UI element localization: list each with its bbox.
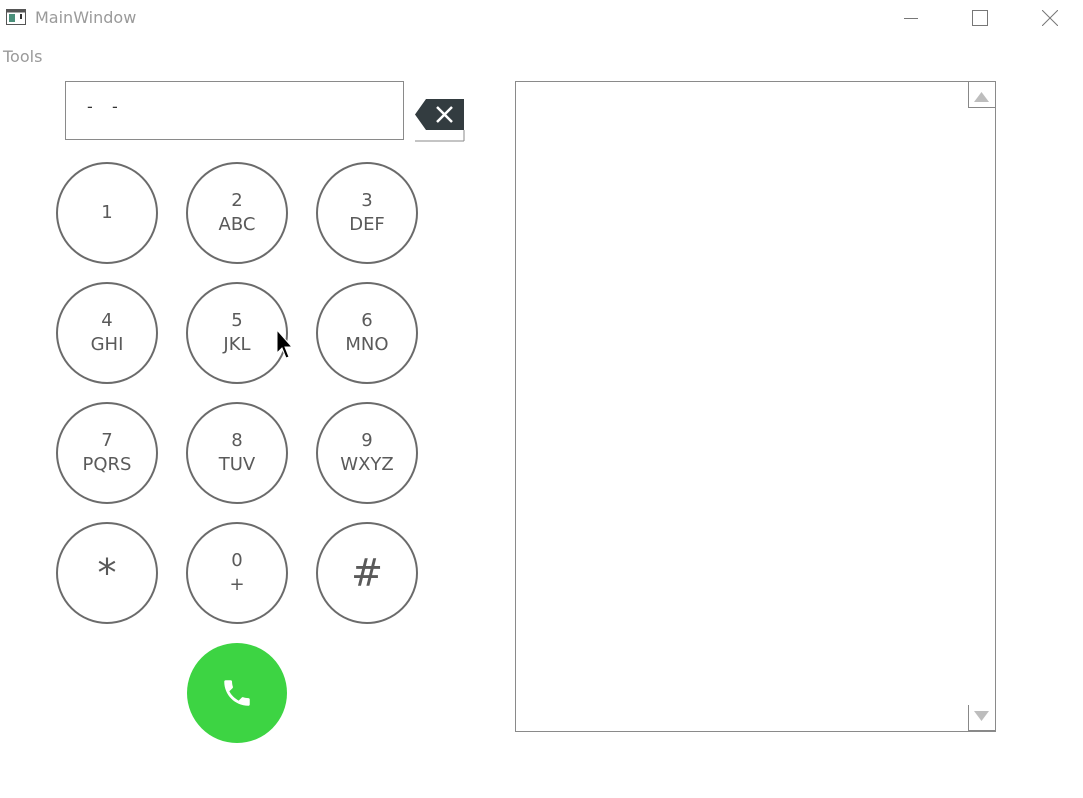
key-8[interactable]: 8 TUV xyxy=(186,402,288,504)
key-digit: 8 xyxy=(231,430,243,451)
key-1[interactable]: 1 xyxy=(56,162,158,264)
mouse-pointer-icon xyxy=(276,329,294,359)
menu-tools[interactable]: Tools xyxy=(3,47,42,66)
backspace-button[interactable] xyxy=(414,92,465,142)
key-0[interactable]: 0 + xyxy=(186,522,288,624)
key-letters: DEF xyxy=(349,214,385,235)
key-digit: 9 xyxy=(361,430,373,451)
key-digit: 6 xyxy=(361,310,373,331)
key-digit: 5 xyxy=(231,310,243,331)
scroll-down-button[interactable] xyxy=(968,705,995,731)
call-button[interactable] xyxy=(187,643,287,743)
close-icon xyxy=(1042,10,1058,26)
key-3[interactable]: 3 DEF xyxy=(316,162,418,264)
key-letters: GHI xyxy=(90,334,124,355)
key-digit: # xyxy=(351,551,383,595)
key-5[interactable]: 5 JKL xyxy=(186,282,288,384)
phone-icon xyxy=(224,680,250,706)
key-digit: 1 xyxy=(101,202,113,223)
key-letters: ABC xyxy=(218,214,256,235)
window-title: MainWindow xyxy=(35,8,137,27)
key-letters: WXYZ xyxy=(340,454,394,475)
scroll-down-arrow-icon xyxy=(968,705,995,731)
key-letters: TUV xyxy=(218,454,256,475)
key-7[interactable]: 7 PQRS xyxy=(56,402,158,504)
key-2[interactable]: 2 ABC xyxy=(186,162,288,264)
key-letters: + xyxy=(229,574,245,595)
key-digit: 4 xyxy=(101,310,113,331)
phone-number-input[interactable]: - - xyxy=(65,81,404,140)
key-digit: * xyxy=(97,551,117,595)
key-digit: 0 xyxy=(231,550,243,571)
phone-number-value: - - xyxy=(87,97,119,116)
key-letters: PQRS xyxy=(82,454,132,475)
maximize-button[interactable] xyxy=(957,0,1003,36)
key-hash[interactable]: # xyxy=(316,522,418,624)
minimize-button[interactable] xyxy=(888,0,934,36)
key-star[interactable]: * xyxy=(56,522,158,624)
key-letters: MNO xyxy=(345,334,389,355)
log-textbox[interactable] xyxy=(515,81,996,732)
key-digit: 2 xyxy=(231,190,243,211)
key-digit: 3 xyxy=(361,190,373,211)
key-digit: 7 xyxy=(101,430,113,451)
key-4[interactable]: 4 GHI xyxy=(56,282,158,384)
app-window-icon xyxy=(6,9,26,25)
key-9[interactable]: 9 WXYZ xyxy=(316,402,418,504)
backspace-icon xyxy=(415,99,465,142)
scroll-up-button[interactable] xyxy=(968,82,995,108)
close-button[interactable] xyxy=(1027,0,1073,36)
scroll-up-arrow-icon xyxy=(968,82,995,108)
maximize-icon xyxy=(972,10,988,26)
minimize-icon xyxy=(904,18,918,19)
key-6[interactable]: 6 MNO xyxy=(316,282,418,384)
key-letters: JKL xyxy=(223,334,251,355)
